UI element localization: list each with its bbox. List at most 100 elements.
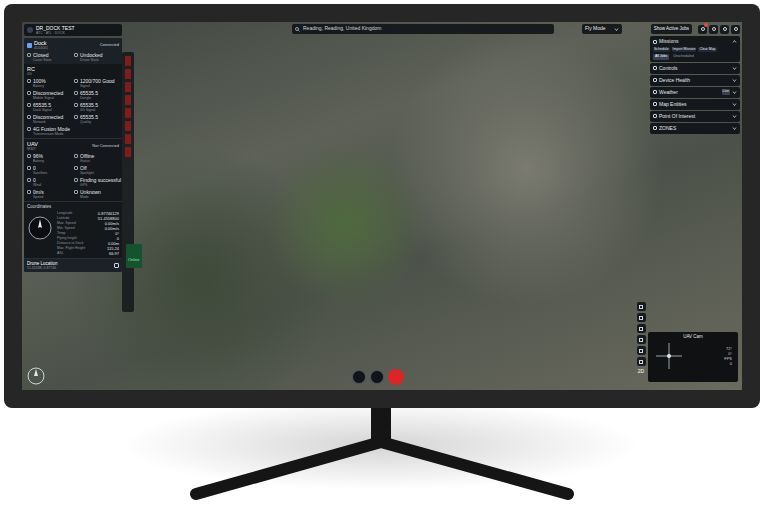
toolbar-glyph-icon [701, 27, 705, 31]
uav-subtitle: M30T [27, 147, 38, 151]
field-label: Signal [80, 84, 114, 88]
drone-location-label: Drone Location [27, 261, 58, 266]
toolbar-icon[interactable] [720, 25, 729, 34]
map-tool-button[interactable] [637, 335, 646, 344]
accordion-item[interactable]: WeatherLive [650, 87, 740, 98]
coordinate-label: Max. Speed [57, 221, 76, 226]
jobs-button[interactable]: Show Active Jobs [651, 24, 692, 34]
accordion-label: ZONES [659, 125, 676, 132]
coordinate-value: 0.00m/s [105, 221, 119, 226]
field-label: Battery [33, 84, 46, 88]
chevron-down-icon [732, 66, 737, 71]
accordion-item[interactable]: Controls [650, 63, 740, 74]
chevron-down-icon [732, 102, 737, 107]
mission-action[interactable]: Schedule [653, 47, 670, 52]
map-tool-button[interactable] [637, 313, 646, 322]
status-field: 65535.54G Signal [74, 102, 119, 112]
field-text: ClosedCover State [33, 52, 51, 62]
field-text: 1200/700 GoodSignal [80, 78, 114, 88]
missions-body: ScheduleImport MissionClear Map All JobsU… [653, 45, 737, 60]
coordinate-row: Flying height0 [57, 236, 119, 241]
right-panel: MissionsScheduleImport MissionClear MapA… [650, 36, 740, 134]
dock-status: Connected [100, 42, 119, 48]
map-tool-button[interactable] [637, 357, 646, 366]
field-value: 4G Fusion Mode [33, 126, 70, 132]
coordinate-label: Temp [57, 231, 66, 236]
field-label: Speed [33, 195, 44, 199]
section-icon [653, 114, 657, 118]
mission-tab[interactable]: All Jobs [653, 54, 669, 59]
mission-tab[interactable]: Unscheduled [671, 54, 695, 59]
status-panel: Dock4UJ4001ConnectedClosedCover StateUnd… [24, 38, 122, 272]
field-value: 0 [33, 165, 47, 171]
coordinate-row: Distance to Dock 0.00m [57, 241, 119, 246]
toolbar-icon[interactable] [731, 25, 740, 34]
status-icon [27, 190, 31, 194]
toolbar-icon[interactable] [709, 25, 718, 34]
timeline-marker [125, 82, 131, 92]
field-value: 65535.5 [80, 102, 98, 108]
coordinate-value: 66.97 [109, 251, 119, 256]
coordinate-row: Longitude0.87746129 [57, 211, 119, 216]
status-field: Finding successfulGPS [74, 177, 119, 187]
status-icon [27, 127, 31, 131]
section-icon [653, 66, 657, 70]
user-button[interactable] [370, 370, 384, 384]
field-value: 65535.5 [80, 90, 98, 96]
field-value: Undocked [80, 52, 103, 58]
dock-title: Dock [34, 40, 48, 46]
search-field[interactable]: Reading, Reading, United Kingdom [292, 24, 554, 34]
dock-icon [27, 43, 32, 48]
coordinate-value: 0.00m [108, 241, 119, 246]
uav-title: UAV [27, 141, 38, 147]
status-field: UnknownMode [74, 189, 119, 199]
drone-location-value: 51.45588, 0.87746 [27, 266, 58, 270]
status-field: 1200/700 GoodSignal [74, 78, 119, 88]
field-value: Unknown [80, 189, 101, 195]
field-text: 65535.54G Signal [80, 102, 98, 112]
accordion-item[interactable]: Device Health [650, 75, 740, 86]
map-mode-toggle[interactable]: 2D [638, 368, 644, 376]
accordion-item[interactable]: ZONES [650, 123, 740, 134]
rc-title: RC [27, 66, 119, 72]
coordinate-row: Min. Speed0.00m/s [57, 226, 119, 231]
cam-reading: 0 [730, 361, 732, 366]
accordion-item[interactable]: MissionsScheduleImport MissionClear MapA… [650, 36, 740, 62]
timeline-marker [125, 56, 131, 66]
field-label: Quality [80, 120, 98, 124]
drone-location[interactable]: Drone Location51.45588, 0.87746 [24, 258, 122, 272]
logo-icon [27, 27, 33, 33]
status-field: UndockedDrone State [74, 52, 119, 62]
timeline-strip [122, 52, 134, 312]
mission-action[interactable]: Clear Map [698, 47, 716, 52]
coordinate-label: Latitude [57, 216, 69, 221]
mission-action[interactable]: Import Mission [672, 47, 697, 52]
takeoff-button[interactable] [388, 369, 404, 385]
page: Reading, Reading, United Kingdom Fly Mode… [0, 0, 762, 512]
map-tool-icon [639, 327, 643, 331]
fly-mode-select[interactable]: Fly Mode [582, 24, 622, 34]
map-tool-button[interactable] [637, 324, 646, 333]
coordinate-label: ASL [57, 251, 64, 256]
map-tool-button[interactable] [637, 302, 646, 311]
chevron-down-icon [614, 27, 619, 32]
online-tab[interactable]: Online [126, 244, 142, 268]
dock-header-title: DR_DOCK TEST [36, 25, 75, 31]
coordinate-label: Distance to Dock [57, 241, 83, 246]
center-button[interactable] [352, 370, 366, 384]
field-label: Transmission Mode [33, 132, 70, 136]
accordion-item[interactable]: Map Entities [650, 99, 740, 110]
status-icon [27, 103, 31, 107]
accordion-label: Device Health [659, 77, 690, 84]
field-label: Status [80, 159, 94, 163]
field-text: OfflineStatus [80, 153, 94, 163]
field-label: Network [33, 120, 63, 124]
accordion-label: Map Entities [659, 101, 687, 108]
status-icon [27, 91, 31, 95]
map-tool-button[interactable] [637, 346, 646, 355]
accordion-item[interactable]: Point Of Interest [650, 111, 740, 122]
status-field: DisconnectedMobile Signal [27, 90, 72, 100]
coordinate-value: 51.4558800 [98, 216, 119, 221]
status-field: 65535.5Quality [74, 114, 119, 124]
field-value: 100% [33, 78, 46, 84]
